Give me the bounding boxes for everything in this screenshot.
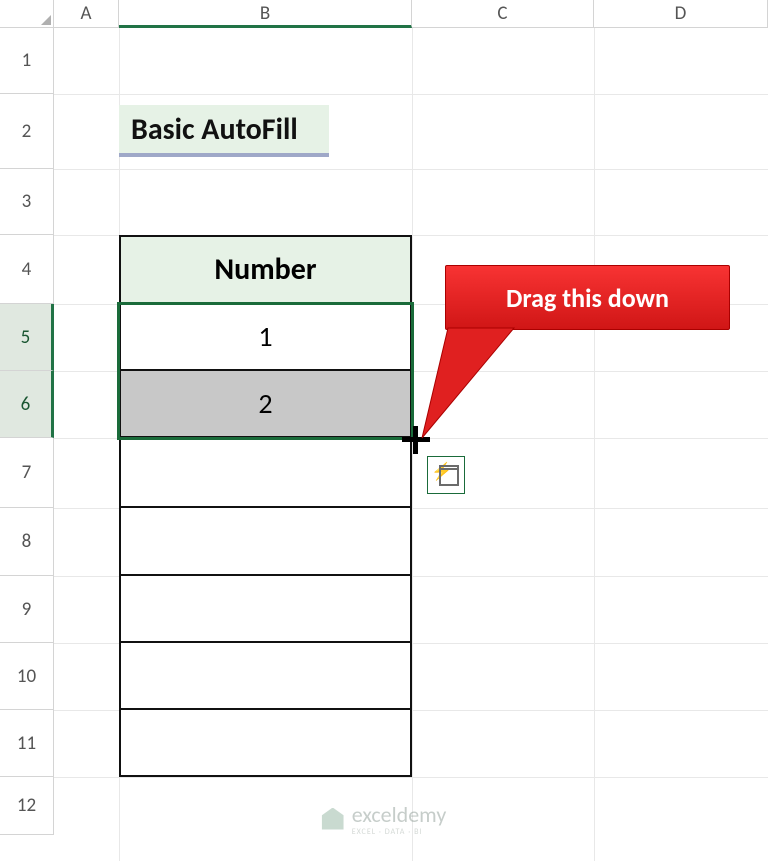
cell-area[interactable]: Basic AutoFill Number 1 2 ⚡ [54, 28, 768, 861]
watermark-tagline: EXCEL · DATA · BI [352, 828, 447, 836]
col-header-d[interactable]: D [594, 0, 768, 28]
row-header-11[interactable]: 11 [0, 710, 54, 777]
watermark-icon [322, 808, 344, 830]
callout-text: Drag this down [506, 282, 669, 314]
cell-b11[interactable] [119, 710, 412, 777]
watermark: exceldemy EXCEL · DATA · BI [322, 801, 447, 836]
col-header-c[interactable]: C [412, 0, 594, 28]
spreadsheet-grid: A B C D 1 2 3 4 5 6 7 8 9 10 11 12 [0, 0, 768, 861]
watermark-brand: exceldemy [352, 801, 447, 828]
column-header-row: A B C D [0, 0, 768, 28]
row-header-12[interactable]: 12 [0, 777, 54, 835]
quick-analysis-button[interactable]: ⚡ [427, 456, 465, 494]
row-header-7[interactable]: 7 [0, 438, 54, 508]
callout-tail [414, 328, 534, 443]
title-cell[interactable]: Basic AutoFill [119, 105, 329, 157]
row-header-3[interactable]: 3 [0, 169, 54, 235]
cell-b8[interactable] [119, 508, 412, 576]
table-header[interactable]: Number [119, 235, 412, 304]
row-header-1[interactable]: 1 [0, 28, 54, 94]
col-header-b[interactable]: B [119, 0, 412, 28]
row-header-column: 1 2 3 4 5 6 7 8 9 10 11 12 [0, 28, 54, 835]
cell-b5[interactable]: 1 [119, 304, 412, 371]
quick-analysis-icon: ⚡ [433, 464, 459, 486]
cell-b7[interactable] [119, 438, 412, 508]
row-header-4[interactable]: 4 [0, 235, 54, 304]
row-header-5[interactable]: 5 [0, 304, 54, 371]
title-text: Basic AutoFill [131, 111, 298, 148]
select-all-corner[interactable] [0, 0, 54, 28]
cell-b10[interactable] [119, 643, 412, 710]
row-header-9[interactable]: 9 [0, 576, 54, 643]
data-table: Number 1 2 [119, 235, 412, 777]
callout-annotation: Drag this down [445, 265, 730, 330]
cell-b9[interactable] [119, 576, 412, 643]
row-header-10[interactable]: 10 [0, 643, 54, 710]
cell-b6[interactable]: 2 [119, 371, 412, 438]
col-header-a[interactable]: A [54, 0, 119, 28]
row-header-6[interactable]: 6 [0, 371, 54, 438]
row-header-8[interactable]: 8 [0, 508, 54, 576]
row-header-2[interactable]: 2 [0, 94, 54, 169]
